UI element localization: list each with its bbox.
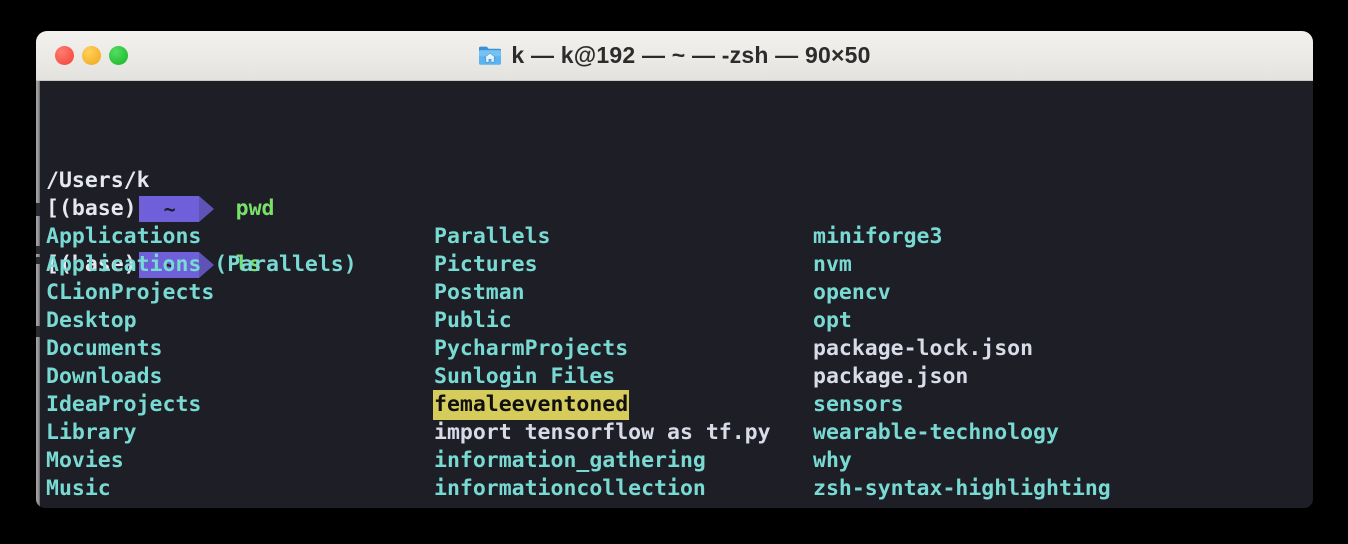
window-left-edge-strip [36, 81, 40, 508]
file-entry[interactable]: opencv [813, 279, 891, 307]
terminal-window: k — k@192 — ~ — -zsh — 90×50 [(base) ~ p… [36, 31, 1313, 508]
file-entry[interactable]: Desktop [46, 307, 137, 335]
file-entry[interactable]: Applications (Parallels) [46, 251, 357, 279]
file-entry[interactable]: package.json [813, 363, 968, 391]
edge-tick [36, 257, 40, 264]
file-entry[interactable]: nvm [813, 251, 852, 279]
file-entry[interactable]: informationcollection [434, 475, 706, 503]
file-entry[interactable]: miniforge3 [813, 223, 942, 251]
edge-tick [36, 326, 40, 337]
file-entry[interactable]: Music [46, 475, 111, 503]
file-entry[interactable]: Downloads [46, 363, 163, 391]
prompt-line-ls: [(base) ~ ls [46, 195, 262, 278]
file-entry[interactable]: opt [813, 307, 852, 335]
file-entry[interactable]: Postman [434, 279, 525, 307]
pwd-output: /Users/k [46, 168, 150, 193]
file-entry[interactable]: CLionProjects [46, 279, 214, 307]
file-entry[interactable]: Documents [46, 335, 163, 363]
file-entry[interactable]: Library [46, 419, 137, 447]
edge-tick [36, 246, 40, 254]
file-entry[interactable]: information_gathering [434, 447, 706, 475]
file-entry[interactable]: package-lock.json [813, 335, 1033, 363]
edge-tick [36, 203, 40, 216]
file-entry[interactable]: PycharmProjects [434, 335, 628, 363]
prompt-line-pwd: [(base) ~ pwd [46, 139, 274, 222]
file-entry[interactable]: zsh-syntax-highlighting [813, 475, 1111, 503]
terminal-grid: [(base) ~ pwd /Users/k [(base) ~ ls Appl… [46, 81, 1313, 508]
screen: k — k@192 — ~ — -zsh — 90×50 [(base) ~ p… [0, 0, 1348, 544]
prompt-line-active[interactable]: (base) ~ [46, 503, 238, 508]
window-title: k — k@192 — ~ — -zsh — 90×50 [511, 42, 871, 68]
zoom-button[interactable] [109, 46, 128, 65]
window-title-group: k — k@192 — ~ — -zsh — 90×50 [478, 42, 870, 69]
file-entry[interactable]: femaleeventoned [433, 390, 630, 420]
file-entry[interactable]: Parallels [434, 223, 551, 251]
file-entry[interactable]: Movies [46, 447, 124, 475]
terminal-body[interactable]: [(base) ~ pwd /Users/k [(base) ~ ls Appl… [36, 81, 1313, 508]
close-button[interactable] [55, 46, 74, 65]
window-titlebar[interactable]: k — k@192 — ~ — -zsh — 90×50 [36, 31, 1313, 81]
file-entry[interactable]: Applications [46, 223, 201, 251]
home-folder-icon [478, 45, 502, 66]
minimize-button[interactable] [82, 46, 101, 65]
file-entry[interactable]: Public [434, 307, 512, 335]
file-entry[interactable]: why [813, 447, 852, 475]
file-entry[interactable]: IdeaProjects [46, 391, 201, 419]
file-entry[interactable]: Pictures [434, 251, 538, 279]
file-entry[interactable]: import tensorflow as tf.py [434, 419, 771, 447]
window-controls [55, 31, 128, 80]
file-entry[interactable]: wearable-technology [813, 419, 1059, 447]
file-entry[interactable]: sensors [813, 391, 904, 419]
file-entry-highlighted[interactable]: femaleeventoned [433, 390, 630, 420]
file-entry[interactable]: Sunlogin Files [434, 363, 615, 391]
